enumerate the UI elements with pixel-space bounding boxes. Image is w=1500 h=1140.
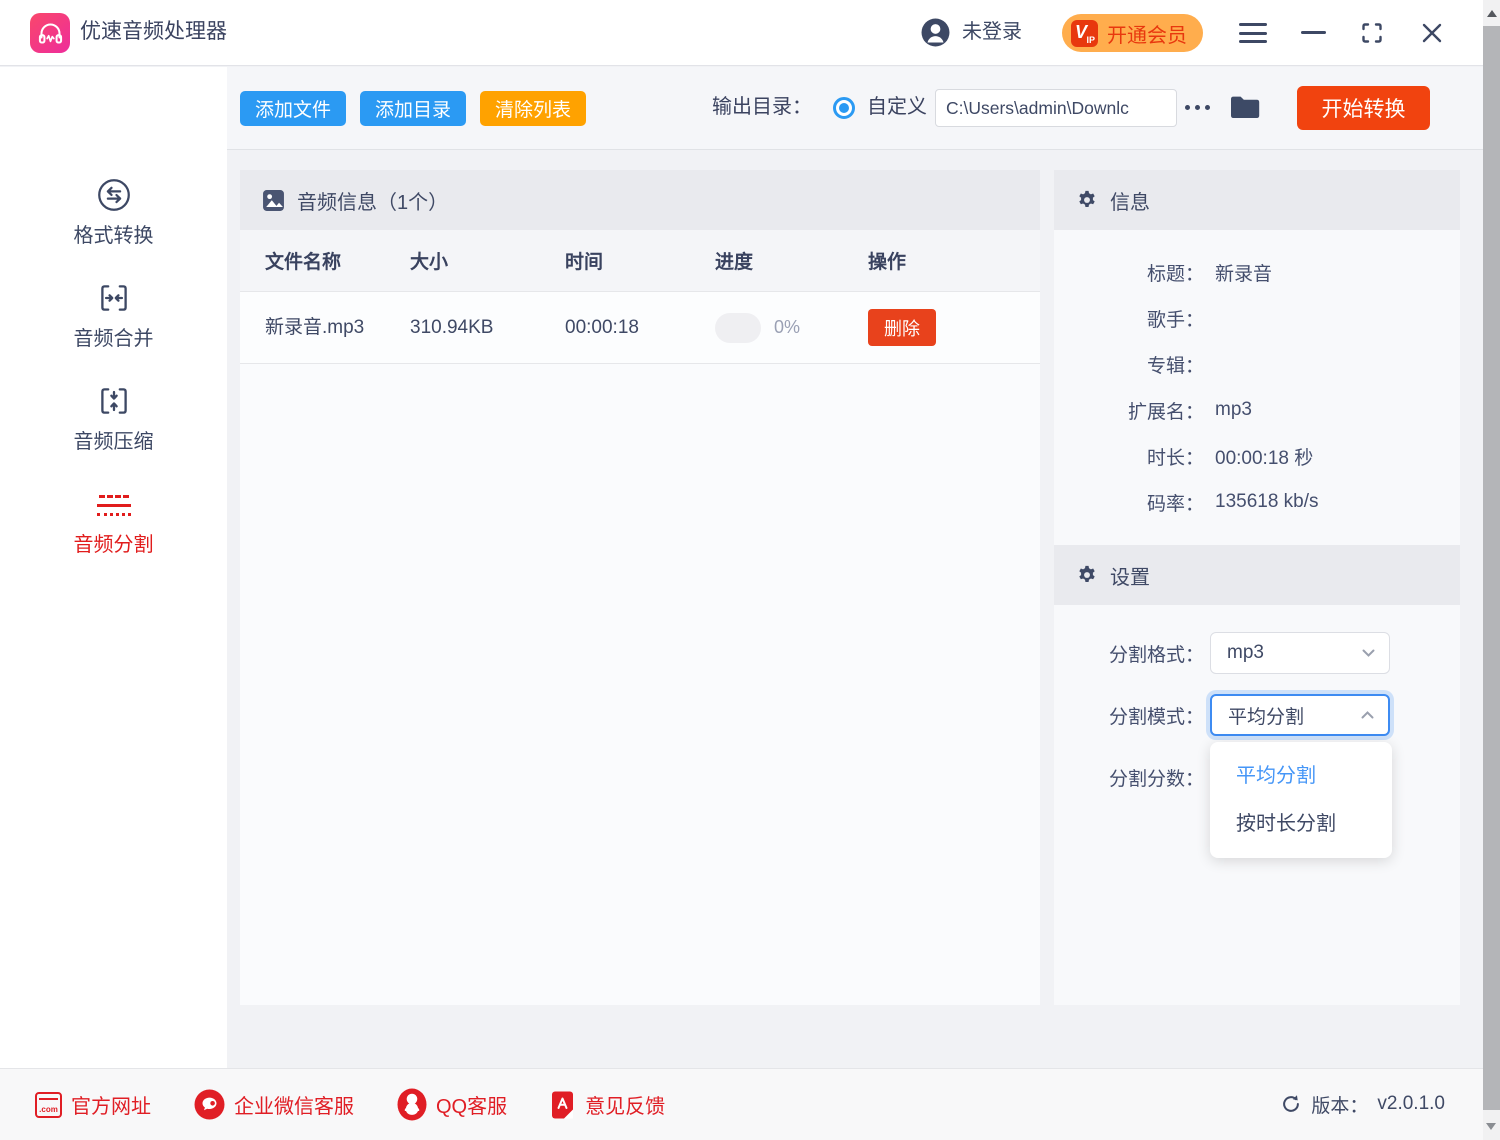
info-row-artist: 歌手： — [1054, 295, 1460, 341]
gear-icon — [1076, 189, 1098, 211]
table-row: 新录音.mp3 310.94KB 00:00:18 0% 删除 — [240, 292, 1040, 364]
website-icon: .com — [35, 1092, 62, 1118]
dropdown-option-average-split[interactable]: 平均分割 — [1210, 752, 1392, 800]
split-mode-dropdown: 平均分割 按时长分割 — [1210, 742, 1392, 858]
check-update-icon[interactable] — [1280, 1093, 1302, 1115]
user-avatar-icon[interactable] — [921, 18, 950, 47]
output-path-input[interactable] — [935, 89, 1177, 127]
scrollbar[interactable] — [1483, 0, 1500, 1140]
split-count-label: 分割分数： — [1054, 764, 1204, 791]
add-directory-button[interactable]: 添加目录 — [360, 91, 466, 126]
file-panel-header: 音频信息（1个） — [240, 170, 1040, 230]
info-panel-header: 信息 — [1054, 170, 1460, 230]
split-mode-select[interactable]: 平均分割 — [1210, 694, 1390, 736]
app-logo-icon — [30, 13, 70, 53]
progress-bar — [715, 313, 761, 343]
info-row-album: 专辑： — [1054, 341, 1460, 387]
version-value: v2.0.1.0 — [1377, 1093, 1445, 1115]
browse-more-button[interactable] — [1185, 105, 1210, 110]
cell-progress: 0% — [715, 313, 868, 343]
wechat-support-link[interactable]: 企业微信客服 — [194, 1089, 354, 1120]
official-website-link[interactable]: .com 官方网址 — [35, 1090, 151, 1119]
gear-icon — [1076, 564, 1098, 586]
split-mode-label: 分割模式： — [1054, 702, 1204, 729]
sidebar-item-audio-compress[interactable]: 音频压缩 — [0, 378, 227, 454]
output-dir-label: 输出目录： — [712, 67, 812, 148]
sidebar-item-label: 音频分割 — [74, 528, 154, 557]
login-status[interactable]: 未登录 — [962, 0, 1022, 64]
version-info: 版本： v2.0.1.0 — [1280, 1068, 1445, 1140]
sidebar-item-label: 音频合并 — [74, 322, 154, 351]
cell-filename: 新录音.mp3 — [265, 314, 371, 342]
sidebar: 格式转换 音频合并 音频压缩 — [0, 67, 227, 1068]
audio-compress-icon — [95, 378, 133, 423]
audio-merge-icon — [95, 275, 133, 320]
qq-icon — [397, 1088, 427, 1121]
scroll-up-arrow-icon[interactable] — [1487, 10, 1497, 17]
format-convert-icon — [95, 172, 133, 217]
info-row-bitrate: 码率： 135618 kb/s — [1054, 479, 1460, 525]
open-vip-button[interactable]: VIP 开通会员 — [1062, 14, 1203, 52]
info-panel: 信息 标题： 新录音 歌手： 专辑： 扩展名： mp3 时长： 00:00:18… — [1054, 170, 1460, 545]
sidebar-item-format-convert[interactable]: 格式转换 — [0, 172, 227, 248]
col-filename: 文件名称 — [265, 247, 410, 274]
footer: .com 官方网址 企业微信客服 QQ客服 — [0, 1068, 1500, 1140]
info-row-title: 标题： 新录音 — [1054, 249, 1460, 295]
info-row-duration: 时长： 00:00:18 秒 — [1054, 433, 1460, 479]
info-panel-title: 信息 — [1110, 186, 1150, 215]
toolbar: 添加文件 添加目录 清除列表 输出目录： 自定义 开始转换 — [227, 67, 1500, 150]
cell-size: 310.94KB — [410, 317, 565, 339]
info-row-extension: 扩展名： mp3 — [1054, 387, 1460, 433]
settings-panel-header: 设置 — [1054, 545, 1460, 605]
sidebar-item-audio-merge[interactable]: 音频合并 — [0, 275, 227, 351]
vip-icon: VIP — [1071, 20, 1098, 47]
sidebar-item-label: 格式转换 — [74, 219, 154, 248]
table-header-row: 文件名称 大小 时间 进度 操作 — [240, 230, 1040, 292]
cell-action: 删除 — [868, 309, 1040, 346]
settings-panel-title: 设置 — [1110, 561, 1150, 590]
add-file-button[interactable]: 添加文件 — [240, 91, 346, 126]
split-format-select[interactable]: mp3 — [1210, 632, 1390, 674]
feedback-link[interactable]: 意见反馈 — [550, 1090, 665, 1120]
close-button[interactable] — [1420, 21, 1444, 45]
chevron-down-icon — [1362, 649, 1375, 657]
menu-button[interactable] — [1239, 23, 1267, 43]
maximize-button[interactable] — [1360, 21, 1384, 45]
feedback-icon — [550, 1090, 576, 1120]
vip-label: 开通会员 — [1107, 19, 1187, 48]
version-label: 版本： — [1311, 1091, 1368, 1118]
delete-button[interactable]: 删除 — [868, 309, 936, 346]
start-convert-button[interactable]: 开始转换 — [1297, 86, 1430, 130]
sidebar-item-audio-split[interactable]: 音频分割 — [0, 481, 227, 557]
file-panel-title: 音频信息（1个） — [297, 186, 448, 215]
split-mode-row: 分割模式： 平均分割 — [1054, 694, 1460, 736]
custom-radio[interactable] — [833, 97, 855, 119]
split-format-label: 分割格式： — [1054, 640, 1204, 667]
col-time: 时间 — [565, 247, 715, 274]
minimize-button[interactable] — [1301, 31, 1326, 34]
audio-info-icon — [262, 189, 285, 212]
dropdown-option-by-duration[interactable]: 按时长分割 — [1210, 800, 1392, 848]
split-format-row: 分割格式： mp3 — [1054, 632, 1460, 674]
col-progress: 进度 — [715, 247, 868, 274]
open-folder-icon[interactable] — [1229, 94, 1261, 120]
cell-time: 00:00:18 — [565, 317, 715, 339]
headphones-icon — [37, 20, 64, 47]
custom-radio-label[interactable]: 自定义 — [867, 67, 927, 148]
scroll-down-arrow-icon[interactable] — [1486, 1123, 1496, 1130]
app-window: 优速音频处理器 未登录 VIP 开通会员 — [0, 0, 1500, 1140]
titlebar: 优速音频处理器 未登录 VIP 开通会员 — [0, 0, 1500, 66]
col-action: 操作 — [868, 247, 1040, 274]
scrollbar-thumb[interactable] — [1483, 26, 1500, 1110]
qq-support-link[interactable]: QQ客服 — [397, 1088, 507, 1121]
col-size: 大小 — [410, 247, 565, 274]
sidebar-item-label: 音频压缩 — [74, 425, 154, 454]
chevron-up-icon — [1361, 711, 1374, 719]
app-title: 优速音频处理器 — [80, 0, 227, 64]
clear-list-button[interactable]: 清除列表 — [480, 91, 586, 126]
file-list-panel: 音频信息（1个） 文件名称 大小 时间 进度 操作 新录音.mp3 310.94… — [240, 170, 1040, 1005]
audio-split-icon — [97, 481, 131, 526]
wechat-icon — [194, 1089, 225, 1120]
progress-percent: 0% — [774, 317, 800, 338]
